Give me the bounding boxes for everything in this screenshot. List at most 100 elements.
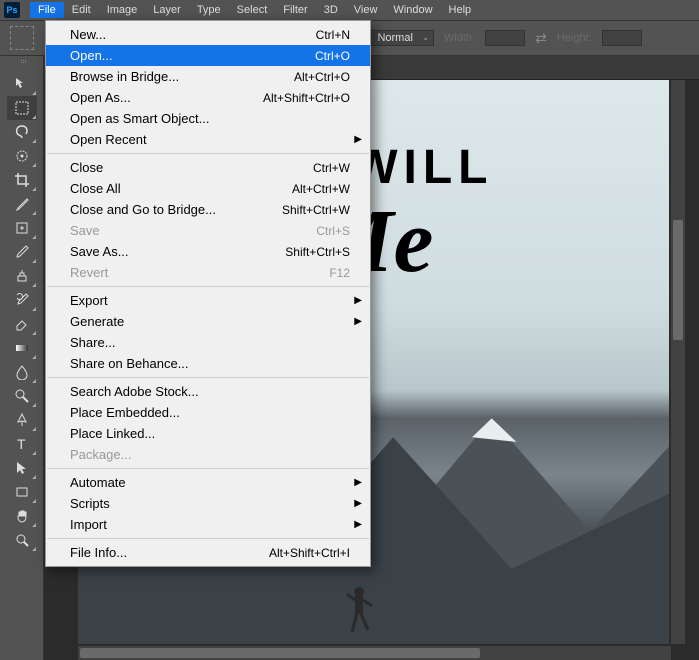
menu-item-open[interactable]: Open...Ctrl+O	[46, 45, 370, 66]
menu-item-shortcut: Ctrl+N	[316, 28, 350, 42]
menu-image[interactable]: Image	[99, 2, 146, 18]
menu-item-file-info[interactable]: File Info...Alt+Shift+Ctrl+I	[46, 542, 370, 563]
menu-item-shortcut: Alt+Shift+Ctrl+O	[263, 91, 350, 105]
menu-item-label: Import	[70, 517, 107, 532]
horizontal-scrollbar[interactable]	[78, 646, 671, 660]
menu-separator	[47, 153, 369, 154]
gradient-tool[interactable]	[7, 336, 37, 360]
menu-help[interactable]: Help	[441, 2, 480, 18]
menu-item-shortcut: Shift+Ctrl+S	[285, 245, 350, 259]
menu-item-shortcut: Ctrl+O	[315, 49, 350, 63]
menu-item-label: Package...	[70, 447, 131, 462]
menu-item-revert: RevertF12	[46, 262, 370, 283]
path-select-tool[interactable]	[7, 456, 37, 480]
menu-item-label: Share...	[70, 335, 116, 350]
menu-item-label: Open as Smart Object...	[70, 111, 209, 126]
menu-item-share[interactable]: Share...	[46, 332, 370, 353]
quick-select-tool[interactable]	[7, 144, 37, 168]
menu-item-open-recent[interactable]: Open Recent▶	[46, 129, 370, 150]
scrollbar-thumb[interactable]	[673, 220, 683, 340]
menu-item-label: Revert	[70, 265, 108, 280]
menu-item-label: Share on Behance...	[70, 356, 189, 371]
type-tool[interactable]: T	[7, 432, 37, 456]
menu-item-label: Scripts	[70, 496, 110, 511]
menu-item-export[interactable]: Export ▶	[46, 290, 370, 311]
submenu-arrow-icon: ▶	[354, 477, 362, 488]
zoom-tool[interactable]	[7, 528, 37, 552]
menu-window[interactable]: Window	[385, 2, 440, 18]
menu-filter[interactable]: Filter	[275, 2, 315, 18]
menu-item-label: Browse in Bridge...	[70, 69, 179, 84]
spot-heal-tool[interactable]	[7, 216, 37, 240]
vertical-scrollbar[interactable]	[671, 80, 685, 644]
menu-item-place-embedded[interactable]: Place Embedded...	[46, 402, 370, 423]
clone-stamp-tool[interactable]	[7, 264, 37, 288]
width-label: Width:	[444, 32, 475, 44]
menu-item-label: Export	[70, 293, 108, 308]
menu-item-close[interactable]: CloseCtrl+W	[46, 157, 370, 178]
menubar: Ps FileEditImageLayerTypeSelectFilter3DV…	[0, 0, 699, 20]
eyedropper-tool[interactable]	[7, 192, 37, 216]
menu-item-label: New...	[70, 27, 106, 42]
menu-item-label: Open Recent	[70, 132, 147, 147]
app-logo: Ps	[4, 2, 20, 18]
menu-item-generate[interactable]: Generate▶	[46, 311, 370, 332]
move-tool[interactable]	[7, 72, 37, 96]
menu-item-share-on-behance[interactable]: Share on Behance...	[46, 353, 370, 374]
menu-item-shortcut: Alt+Ctrl+W	[292, 182, 350, 196]
eraser-tool[interactable]	[7, 312, 37, 336]
marquee-tool[interactable]	[7, 96, 37, 120]
style-select[interactable]: Normal⌄	[370, 30, 433, 46]
menu-item-label: Automate	[70, 475, 126, 490]
menu-item-import[interactable]: Import▶	[46, 514, 370, 535]
svg-text:T: T	[17, 436, 26, 452]
menu-item-label: Close	[70, 160, 103, 175]
rectangle-tool[interactable]	[7, 480, 37, 504]
menu-item-shortcut: Ctrl+S	[316, 224, 350, 238]
menu-item-open-as-smart-object[interactable]: Open as Smart Object...	[46, 108, 370, 129]
scrollbar-thumb[interactable]	[80, 648, 480, 658]
menu-item-open-as[interactable]: Open As... Alt+Shift+Ctrl+O	[46, 87, 370, 108]
menu-edit[interactable]: Edit	[64, 2, 99, 18]
menu-separator	[47, 286, 369, 287]
swap-icon: ⇄	[535, 30, 547, 47]
menu-item-place-linked[interactable]: Place Linked...	[46, 423, 370, 444]
brush-tool[interactable]	[7, 240, 37, 264]
menu-item-label: Place Embedded...	[70, 405, 180, 420]
menu-item-search-adobe-stock[interactable]: Search Adobe Stock...	[46, 381, 370, 402]
menu-3d[interactable]: 3D	[316, 2, 346, 18]
menu-separator	[47, 538, 369, 539]
panel-grip-icon[interactable]	[7, 60, 37, 66]
history-brush-tool[interactable]	[7, 288, 37, 312]
hand-tool[interactable]	[7, 504, 37, 528]
menu-item-save: SaveCtrl+S	[46, 220, 370, 241]
menu-item-new[interactable]: New... Ctrl+N	[46, 24, 370, 45]
menu-item-label: Close and Go to Bridge...	[70, 202, 216, 217]
menu-separator	[47, 468, 369, 469]
menu-item-save-as[interactable]: Save As...Shift+Ctrl+S	[46, 241, 370, 262]
menu-item-package: Package...	[46, 444, 370, 465]
menu-select[interactable]: Select	[229, 2, 276, 18]
menu-item-close-and-go-to-bridge[interactable]: Close and Go to Bridge... Shift+Ctrl+W	[46, 199, 370, 220]
tools-panel: T	[0, 56, 44, 660]
menu-layer[interactable]: Layer	[145, 2, 189, 18]
canvas-figure-person	[344, 584, 374, 634]
menu-item-label: Open As...	[70, 90, 131, 105]
menu-item-shortcut: Shift+Ctrl+W	[282, 203, 350, 217]
dodge-tool[interactable]	[7, 384, 37, 408]
menu-item-browse-in-bridge[interactable]: Browse in Bridge... Alt+Ctrl+O	[46, 66, 370, 87]
menu-separator	[47, 377, 369, 378]
menu-item-automate[interactable]: Automate ▶	[46, 472, 370, 493]
menu-item-scripts[interactable]: Scripts▶	[46, 493, 370, 514]
lasso-tool[interactable]	[7, 120, 37, 144]
pen-tool[interactable]	[7, 408, 37, 432]
menu-item-close-all[interactable]: Close AllAlt+Ctrl+W	[46, 178, 370, 199]
blur-tool[interactable]	[7, 360, 37, 384]
crop-tool[interactable]	[7, 168, 37, 192]
menu-item-shortcut: Alt+Ctrl+O	[294, 70, 350, 84]
menu-view[interactable]: View	[346, 2, 386, 18]
submenu-arrow-icon: ▶	[354, 295, 362, 306]
menu-type[interactable]: Type	[189, 2, 229, 18]
menu-item-label: File Info...	[70, 545, 127, 560]
menu-file[interactable]: File	[30, 2, 64, 18]
